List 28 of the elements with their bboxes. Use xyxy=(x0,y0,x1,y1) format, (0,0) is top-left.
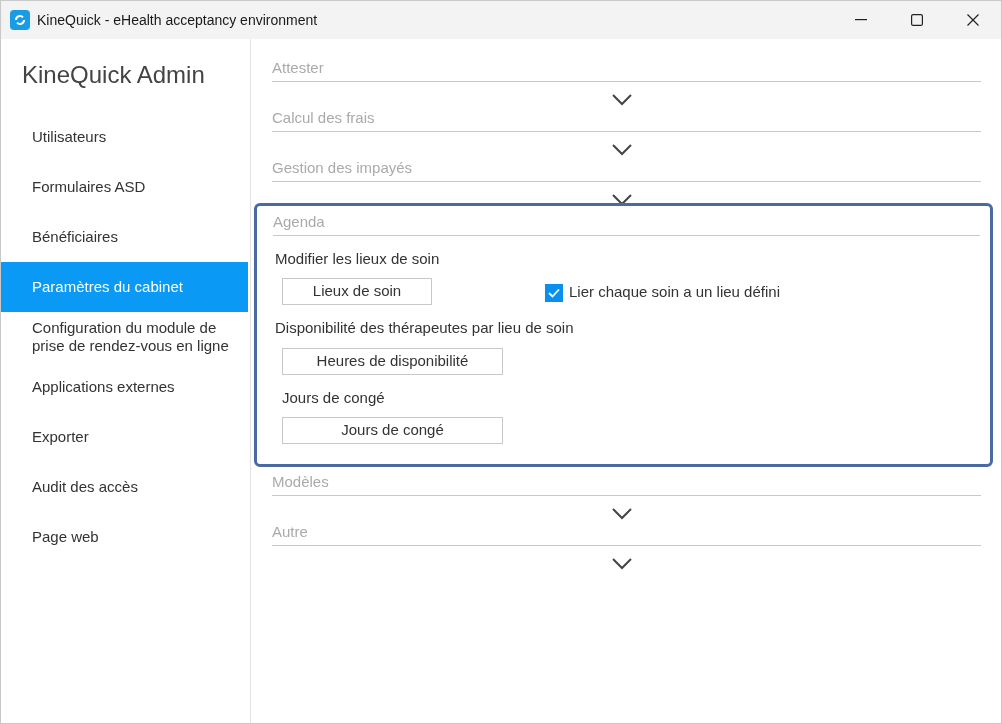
checkbox[interactable] xyxy=(545,283,563,302)
sidebar-item[interactable]: Configuration du module de prise de rendez-vous en ligne xyxy=(1,312,248,362)
sidebar-item[interactable]: Formulaires ASD xyxy=(1,162,248,212)
group-label: Jours de congé xyxy=(282,387,386,408)
group-label: Modifier les lieux de soin xyxy=(275,248,441,269)
sidebar-item[interactable]: Utilisateurs xyxy=(1,112,248,162)
sidebar-item[interactable]: Applications externes xyxy=(1,362,248,412)
group-label: Disponibilité des thérapeutes par lieu de soin xyxy=(275,318,575,338)
chevron-down-icon[interactable] xyxy=(611,193,632,206)
chevron-down-icon[interactable] xyxy=(611,557,632,570)
checkbox-label: Lier chaque soin a un lieu défini xyxy=(569,282,780,303)
sidebar-item[interactable]: Audit des accès xyxy=(1,462,248,512)
action-button[interactable]: Jours de congé xyxy=(282,417,503,444)
window-title: KineQuick - eHealth acceptancy environment xyxy=(37,10,318,30)
checkmark-icon xyxy=(548,287,560,298)
app-logo-icon xyxy=(10,10,30,30)
maximize-icon xyxy=(911,14,923,26)
close-icon xyxy=(967,14,979,26)
action-button[interactable]: Heures de disponibilité xyxy=(282,347,503,375)
action-button[interactable]: Lieux de soin xyxy=(282,278,432,305)
sidebar-item[interactable]: Exporter xyxy=(1,412,248,462)
chevron-down-icon[interactable] xyxy=(611,507,632,520)
minimize-icon xyxy=(855,19,867,21)
chevron-down-icon[interactable] xyxy=(611,93,632,106)
sidebar-title: KineQuick Admin xyxy=(21,60,206,90)
chevron-down-icon[interactable] xyxy=(611,143,632,156)
sidebar-item[interactable]: Bénéficiaires xyxy=(1,212,248,262)
sidebar-item[interactable]: Page web xyxy=(1,512,248,562)
